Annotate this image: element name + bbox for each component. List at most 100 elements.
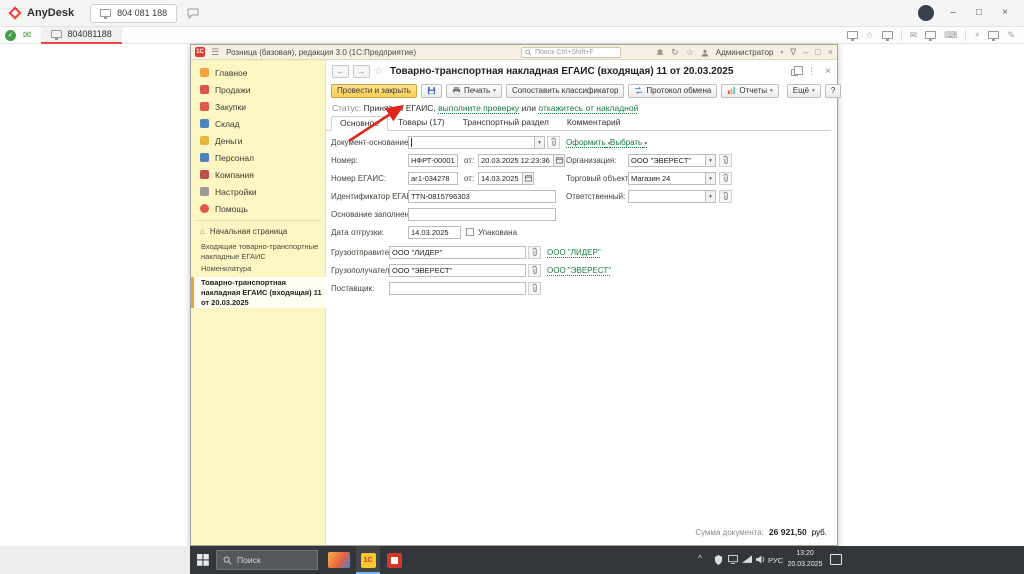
actions-icon[interactable]: ⚡ <box>974 29 980 42</box>
packed-checkbox[interactable] <box>466 228 474 236</box>
sidebar-item-help[interactable]: Помощь <box>191 200 326 217</box>
post-and-close-button[interactable]: Провести и закрыть <box>331 84 417 98</box>
map-classifier-button[interactable]: Сопоставить классификатор <box>506 84 624 98</box>
attachment-clip-icon[interactable] <box>528 264 541 277</box>
favorites-star-icon[interactable]: ☆ <box>686 45 694 60</box>
number-input[interactable] <box>408 154 458 167</box>
taskbar-app-red[interactable] <box>382 546 406 574</box>
onec-close-icon[interactable]: × <box>828 45 833 60</box>
chat-icon[interactable] <box>187 8 199 19</box>
sidebar-item-main[interactable]: Главное <box>191 64 326 81</box>
nav-item-incoming-ttn-list[interactable]: Входящие товарно-транспортные накладные … <box>191 241 326 263</box>
sidebar-item-warehouse[interactable]: Склад <box>191 115 326 132</box>
base-doc-choose-button[interactable]: ▾ <box>535 136 545 149</box>
sidebar-item-company[interactable]: Компания <box>191 166 326 183</box>
favorite-star-icon[interactable]: ☆ <box>374 66 383 77</box>
window-close-icon[interactable]: × <box>998 6 1012 20</box>
shipper-link[interactable]: ООО "ЛИДЕР" <box>547 246 601 259</box>
calendar-icon[interactable] <box>523 172 534 185</box>
store-input[interactable] <box>628 172 706 185</box>
tab-goods[interactable]: Товары (17) <box>390 116 453 130</box>
forward-button[interactable]: → <box>353 65 370 78</box>
organization-choose-button[interactable]: ▾ <box>706 154 716 167</box>
weather-widget[interactable] <box>328 552 350 568</box>
language-indicator[interactable]: РУС <box>768 556 783 565</box>
sidebar-item-sales[interactable]: Продажи <box>191 81 326 98</box>
taskbar-clock[interactable]: 13:20 20.03.2025 <box>786 549 824 571</box>
reports-button[interactable]: Отчеты▾ <box>721 84 778 98</box>
whiteboard-icon[interactable]: ✎ <box>1007 29 1015 42</box>
egais-id-input[interactable] <box>408 190 556 203</box>
display-tray-icon[interactable] <box>728 555 738 564</box>
display-settings-icon[interactable] <box>847 31 858 39</box>
session-tab[interactable]: 804081188 <box>41 27 121 44</box>
permissions-icon[interactable]: ☆ <box>866 29 874 42</box>
volume-icon[interactable] <box>756 555 765 564</box>
exchange-log-button[interactable]: Протокол обмена <box>628 84 717 98</box>
nav-item-current-document[interactable]: Товарно-транспортная накладная ЕГАИС (вх… <box>191 277 326 308</box>
attachment-clip-icon[interactable] <box>528 282 541 295</box>
print-button[interactable]: Печать▾ <box>446 84 502 98</box>
screens-icon[interactable] <box>925 31 936 39</box>
taskbar-search[interactable]: Поиск <box>216 550 318 570</box>
history-icon[interactable]: ↻ <box>671 45 679 60</box>
organization-input[interactable] <box>628 154 706 167</box>
service-menu-icon[interactable]: ∇ <box>790 45 796 60</box>
consignee-input[interactable] <box>389 264 526 277</box>
open-in-new-window-icon[interactable] <box>791 69 798 76</box>
attachment-clip-icon[interactable] <box>719 172 732 185</box>
select-link[interactable]: Выбрать ▾ <box>610 136 647 151</box>
action-center-icon[interactable] <box>830 554 842 565</box>
security-shield-icon[interactable] <box>714 555 723 565</box>
help-button[interactable]: ? <box>825 84 841 98</box>
responsible-choose-button[interactable]: ▾ <box>706 190 716 203</box>
tab-main[interactable]: Основное <box>331 116 388 131</box>
sidebar-item-staff[interactable]: Персонал <box>191 149 326 166</box>
network-icon[interactable] <box>742 555 752 564</box>
tray-expand-chevron-icon[interactable]: ^ <box>698 554 702 563</box>
tab-comment[interactable]: Комментарий <box>559 116 629 130</box>
close-document-icon[interactable]: × <box>825 66 831 77</box>
store-choose-button[interactable]: ▾ <box>706 172 716 185</box>
supplier-input[interactable] <box>389 282 526 295</box>
start-button[interactable] <box>190 546 216 574</box>
nav-item-nomenclature[interactable]: Номенклатура <box>191 263 326 275</box>
attachment-clip-icon[interactable] <box>719 190 732 203</box>
nav-home-page[interactable]: ⌂ Начальная страница <box>191 225 326 238</box>
onec-minimize-icon[interactable]: – <box>803 45 808 60</box>
doc-datetime-input[interactable] <box>478 154 554 167</box>
save-button[interactable] <box>421 84 442 98</box>
keyboard-icon[interactable]: ⌨ <box>944 29 957 42</box>
run-check-link[interactable]: выполните проверку <box>438 103 519 113</box>
sidebar-item-money[interactable]: Деньги <box>191 132 326 149</box>
sidebar-item-settings[interactable]: Настройки <box>191 183 326 200</box>
create-link[interactable]: Оформить ▾ <box>566 136 611 151</box>
egais-number-input[interactable] <box>408 172 458 185</box>
responsible-input[interactable] <box>628 190 706 203</box>
main-menu-icon[interactable]: ☰ <box>211 45 219 60</box>
onec-maximize-icon[interactable]: □ <box>815 45 820 60</box>
global-search-input[interactable]: Поиск Ctrl+Shift+F <box>521 47 621 58</box>
back-button[interactable]: ← <box>332 65 349 78</box>
more-button[interactable]: Ещё▾ <box>787 84 821 98</box>
remote-address-field[interactable]: 804 081 188 <box>90 4 177 23</box>
attachment-clip-icon[interactable] <box>528 246 541 259</box>
base-doc-input[interactable] <box>408 136 535 149</box>
attachment-clip-icon[interactable] <box>719 154 732 167</box>
fill-base-input[interactable] <box>408 208 556 221</box>
ship-date-input[interactable] <box>408 226 461 239</box>
account-avatar[interactable] <box>918 5 934 21</box>
file-transfer-icon[interactable]: ✉ <box>910 29 918 42</box>
consignee-link[interactable]: ООО "ЭВЕРЕСТ" <box>547 264 611 277</box>
taskbar-app-1c[interactable]: 1С <box>356 546 380 574</box>
decline-waybill-link[interactable]: откажитесь от накладной <box>538 103 638 113</box>
screenshot-icon[interactable] <box>988 31 999 39</box>
calendar-icon[interactable] <box>554 154 565 167</box>
egais-date-input[interactable] <box>478 172 523 185</box>
message-icon[interactable]: ✉ <box>23 27 31 44</box>
user-menu-chevron-icon[interactable]: ▾ <box>780 50 783 56</box>
notifications-bell-icon[interactable] <box>656 48 664 57</box>
tab-transport[interactable]: Транспортный раздел <box>455 116 557 130</box>
sidebar-item-purchases[interactable]: Закупки <box>191 98 326 115</box>
monitor-select-icon[interactable] <box>882 31 893 39</box>
